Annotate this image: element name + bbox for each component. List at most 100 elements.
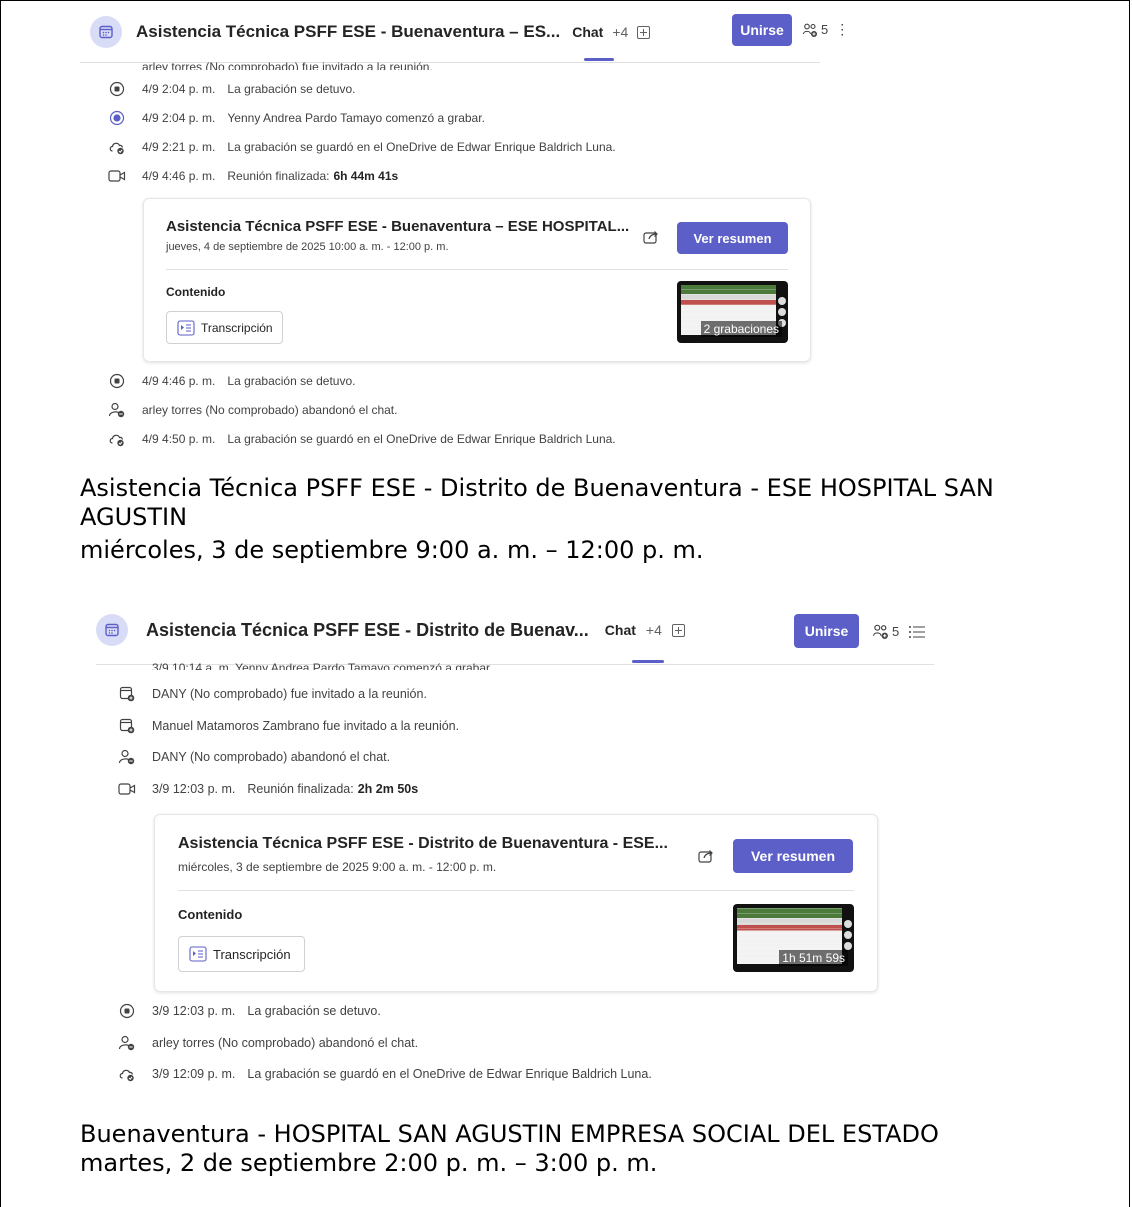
cloud-saved-icon bbox=[108, 430, 126, 448]
people-add-icon bbox=[802, 23, 817, 37]
event-text: La grabación se detuvo. bbox=[247, 1004, 381, 1018]
meeting-recap-card[interactable]: Asistencia Técnica PSFF ESE - Distrito d… bbox=[154, 814, 878, 992]
recap-title[interactable]: Asistencia Técnica PSFF ESE - Distrito d… bbox=[178, 835, 668, 853]
record-icon bbox=[118, 662, 136, 670]
event-row: Manuel Matamoros Zambrano fue invitado a… bbox=[118, 717, 459, 735]
meeting-heading-line: Buenaventura - HOSPITAL SAN AGUSTIN EMPR… bbox=[80, 1120, 939, 1148]
video-icon bbox=[118, 780, 136, 798]
calendar-invite-icon bbox=[108, 60, 126, 70]
card-divider bbox=[166, 269, 788, 270]
meeting-schedule: martes, 2 de septiembre 2:00 p. m. – 3:0… bbox=[80, 1149, 658, 1177]
event-time: 4/9 2:04 p. m. bbox=[142, 111, 216, 125]
event-text: DANY (No comprobado) abandonó el chat. bbox=[152, 750, 391, 764]
event-time: 4/9 4:50 p. m. bbox=[142, 432, 216, 446]
stop-record-icon bbox=[108, 372, 126, 390]
share-icon[interactable] bbox=[697, 847, 715, 865]
cloud-saved-icon bbox=[108, 138, 126, 156]
event-time: 4/9 2:04 p. m. bbox=[142, 82, 216, 96]
meeting-chat-screenshot-2: Asistencia Técnica PSFF ESE - Distrito d… bbox=[96, 606, 936, 1088]
calendar-invite-icon bbox=[118, 685, 136, 703]
join-button[interactable]: Unirse bbox=[732, 14, 792, 46]
list-icon[interactable] bbox=[908, 625, 926, 639]
cloud-saved-icon bbox=[118, 1065, 136, 1083]
person-left-icon bbox=[108, 401, 126, 419]
more-tabs[interactable]: +4 bbox=[646, 622, 662, 638]
event-row: 3/9 12:09 p. m. La grabación se guardó en… bbox=[118, 1065, 652, 1083]
event-text: La grabación se guardó en el OneDrive de… bbox=[247, 1067, 652, 1081]
meeting-duration: 2h 2m 50s bbox=[357, 781, 419, 796]
recap-title[interactable]: Asistencia Técnica PSFF ESE - Buenaventu… bbox=[166, 218, 629, 235]
stop-record-icon bbox=[108, 80, 126, 98]
recording-thumbnail[interactable]: 2 grabaciones bbox=[677, 281, 788, 343]
stop-record-icon bbox=[118, 1002, 136, 1020]
participant-avatars bbox=[844, 920, 852, 953]
participants-count: 5 bbox=[892, 624, 900, 639]
event-time: 4/9 4:46 p. m. bbox=[142, 169, 216, 183]
meeting-schedule: miércoles, 3 de septiembre 9:00 a. m. – … bbox=[80, 536, 704, 564]
event-row: arley torres (No comprobado) abandonó el… bbox=[118, 1034, 418, 1052]
event-text: Reunión finalizada: bbox=[227, 169, 330, 183]
transcript-icon bbox=[177, 319, 195, 336]
event-row: 3/9 12:03 p. m. La grabación se detuvo. bbox=[118, 1002, 381, 1020]
event-text: Reunión finalizada: bbox=[247, 781, 354, 796]
event-row: arley torres (No comprobado) abandonó el… bbox=[108, 401, 397, 419]
transcript-button[interactable]: Transcripción bbox=[178, 936, 305, 972]
more-options-icon[interactable]: ⋮ bbox=[835, 21, 849, 38]
add-tab-icon[interactable] bbox=[671, 623, 685, 637]
event-text: Yenny Andrea Pardo Tamayo comenzó a grab… bbox=[227, 111, 485, 125]
event-text: La grabación se detuvo. bbox=[227, 374, 356, 388]
event-time: 3/9 12:03 p. m. bbox=[152, 781, 236, 796]
join-button[interactable]: Unirse bbox=[794, 614, 859, 648]
tab-chat[interactable]: Chat bbox=[572, 24, 603, 40]
partial-event-row: 3/9 10:14 a. m. Yenny Andrea Pardo Tamay… bbox=[118, 662, 493, 670]
more-tabs[interactable]: +4 bbox=[612, 24, 628, 40]
event-time: 4/9 2:21 p. m. bbox=[142, 140, 216, 154]
partial-event-row: arley torres (No comprobado) fue invitad… bbox=[108, 60, 433, 70]
event-row: DANY (No comprobado) abandonó el chat. bbox=[118, 748, 390, 766]
view-summary-button[interactable]: Ver resumen bbox=[733, 839, 853, 873]
active-tab-indicator bbox=[632, 660, 664, 663]
person-left-icon bbox=[118, 748, 136, 766]
meeting-heading-line: AGUSTIN bbox=[80, 503, 188, 531]
participants-button[interactable]: 5 bbox=[872, 623, 926, 640]
tab-chat[interactable]: Chat bbox=[605, 622, 636, 638]
person-left-icon bbox=[118, 1034, 136, 1052]
transcript-button[interactable]: Transcripción bbox=[166, 311, 283, 344]
recording-thumbnail[interactable]: 1h 51m 59s bbox=[733, 904, 854, 972]
meeting-duration: 6h 44m 41s bbox=[333, 169, 399, 183]
event-text: arley torres (No comprobado) abandonó el… bbox=[152, 1035, 419, 1050]
event-row: 4/9 2:04 p. m. Yenny Andrea Pardo Tamayo … bbox=[108, 109, 485, 127]
event-text: La grabación se detuvo. bbox=[227, 82, 356, 96]
meeting-recap-card[interactable]: Asistencia Técnica PSFF ESE - Buenaventu… bbox=[143, 198, 811, 362]
view-summary-button[interactable]: Ver resumen bbox=[677, 222, 788, 254]
meeting-title: Asistencia Técnica PSFF ESE - Buenaventu… bbox=[136, 22, 561, 41]
meeting-heading: Buenaventura - HOSPITAL SAN AGUSTIN EMPR… bbox=[80, 1120, 939, 1178]
participants-button[interactable]: 5 ⋮ bbox=[802, 21, 849, 38]
meeting-chat-screenshot-1: Asistencia Técnica PSFF ESE - Buenaventu… bbox=[80, 8, 849, 460]
event-time: 3/9 12:03 p. m. bbox=[152, 1004, 236, 1018]
people-add-icon bbox=[873, 624, 888, 639]
record-icon bbox=[108, 109, 126, 127]
event-row: 3/9 12:03 p. m. Reunión finalizada: 2h 2m … bbox=[118, 780, 418, 798]
video-icon bbox=[108, 167, 126, 185]
event-row: 4/9 4:46 p. m. La grabación se detuvo. bbox=[108, 372, 355, 390]
calendar-icon bbox=[96, 614, 128, 646]
meeting-title: Asistencia Técnica PSFF ESE - Distrito d… bbox=[146, 619, 589, 640]
content-label: Contenido bbox=[178, 907, 243, 922]
event-text: La grabación se guardó en el OneDrive de… bbox=[227, 432, 616, 446]
recap-date: jueves, 4 de septiembre de 2025 10:00 a.… bbox=[166, 241, 449, 253]
event-row: 4/9 4:50 p. m. La grabación se guardó en … bbox=[108, 430, 616, 448]
recap-date: miércoles, 3 de septiembre de 2025 9:00 … bbox=[178, 860, 497, 874]
event-text: La grabación se guardó en el OneDrive de… bbox=[227, 140, 616, 154]
event-row: 4/9 2:21 p. m. La grabación se guardó en … bbox=[108, 138, 616, 156]
recording-duration: 1h 51m 59s bbox=[779, 950, 848, 966]
calendar-invite-icon bbox=[118, 717, 136, 735]
share-icon[interactable] bbox=[642, 228, 660, 246]
event-text: arley torres (No comprobado) abandonó el… bbox=[142, 403, 398, 417]
event-row: DANY (No comprobado) fue invitado a la r… bbox=[118, 685, 427, 703]
event-text: Manuel Matamoros Zambrano fue invitado a… bbox=[152, 718, 460, 733]
event-time: 4/9 4:46 p. m. bbox=[142, 374, 216, 388]
event-text: DANY (No comprobado) fue invitado a la r… bbox=[152, 687, 427, 701]
content-label: Contenido bbox=[166, 285, 226, 299]
add-tab-icon[interactable] bbox=[637, 25, 651, 39]
